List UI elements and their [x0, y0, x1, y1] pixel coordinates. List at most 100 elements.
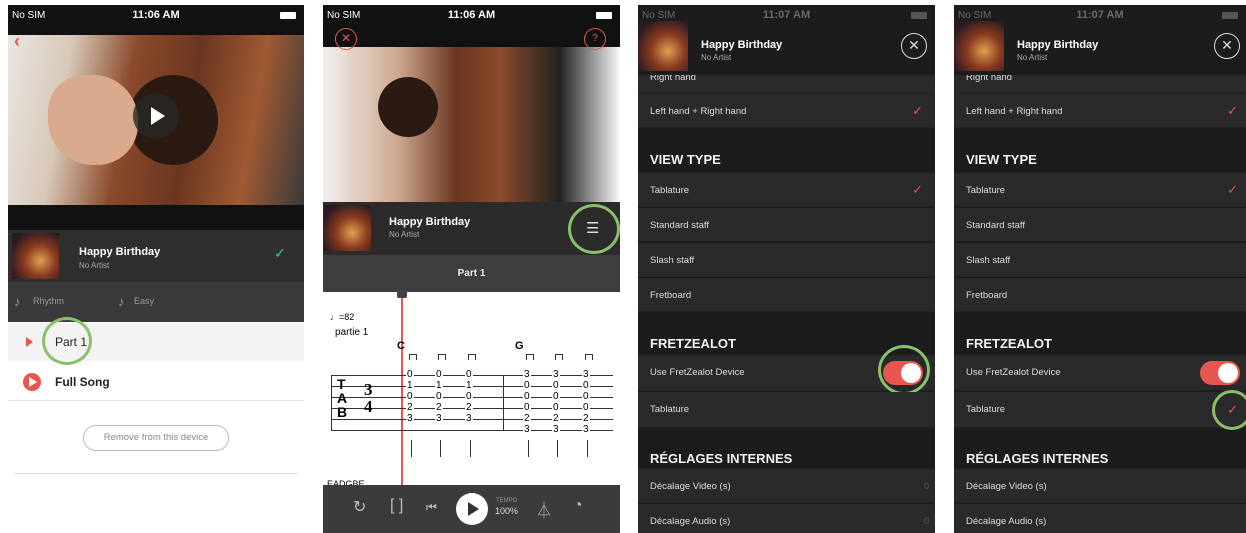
- beat-stem: [555, 354, 563, 360]
- close-button[interactable]: ✕: [901, 33, 927, 59]
- song-artist: No Artist: [79, 261, 110, 270]
- fret-number: 3: [435, 413, 443, 424]
- fret-number: 0: [552, 380, 560, 391]
- screen-player: No SIM 11:06 AM ✕ ? Happy Birthday No Ar…: [323, 5, 620, 533]
- list-item-full-song[interactable]: Full Song: [8, 363, 304, 401]
- close-button[interactable]: ✕: [335, 28, 357, 50]
- battery-icon: [911, 12, 927, 19]
- option-label: Slash staff: [650, 255, 695, 266]
- metronome-icon[interactable]: ⏃: [536, 497, 552, 521]
- tab-clef-a: A: [337, 390, 348, 406]
- clock: 11:07 AM: [1076, 9, 1124, 21]
- song-meta-bar: ♪ Rhythm ♪ Easy: [8, 282, 304, 322]
- fret-number: 3: [406, 413, 414, 424]
- highlight-ring: [568, 204, 620, 254]
- fret-number: 1: [465, 380, 473, 391]
- option-left-right-hand[interactable]: Left hand + Right hand ✓: [954, 94, 1246, 128]
- option-label: Standard staff: [650, 220, 709, 231]
- battery-icon: [1222, 12, 1238, 19]
- option-tablature[interactable]: Tablature ✓: [638, 173, 935, 207]
- section-view-type: VIEW TYPE: [966, 152, 1037, 167]
- beat-line: [528, 440, 529, 457]
- option-label: Tablature: [650, 404, 690, 415]
- countdown-timer-icon[interactable]: ◔: [573, 497, 583, 515]
- option-audio-offset[interactable]: Décalage Audio (s) 0: [638, 504, 935, 533]
- close-icon: ✕: [340, 31, 352, 45]
- status-bar: No SIM 11:07 AM: [638, 5, 935, 27]
- clock: 11:07 AM: [762, 9, 811, 21]
- close-button[interactable]: ✕: [1214, 33, 1240, 59]
- option-label: Tablature: [966, 404, 1006, 415]
- option-label: Décalage Audio (s): [650, 516, 731, 527]
- option-slash-staff[interactable]: Slash staff: [638, 243, 935, 277]
- play-button[interactable]: [456, 493, 488, 525]
- close-icon: ✕: [908, 37, 920, 53]
- album-cover: [12, 233, 59, 279]
- option-video-offset[interactable]: Décalage Video (s) 0: [638, 469, 935, 503]
- play-icon[interactable]: [133, 93, 179, 139]
- downloaded-check-icon: ✓: [274, 245, 286, 261]
- option-slash-staff[interactable]: Slash staff: [954, 243, 1246, 277]
- option-tablature[interactable]: Tablature ✓: [954, 173, 1246, 207]
- check-icon: ✓: [912, 103, 923, 118]
- section-fretzealot: FRETZEALOT: [966, 336, 1052, 351]
- option-audio-offset[interactable]: Décalage Audio (s): [954, 504, 1246, 533]
- option-fz-tablature[interactable]: Tablature: [638, 392, 935, 428]
- fret-number: 0: [465, 391, 473, 402]
- option-label: Left hand + Right hand: [650, 106, 747, 117]
- tempo-value[interactable]: 100%: [495, 506, 518, 516]
- fret-number: 1: [435, 380, 443, 391]
- highlight-ring: [42, 317, 92, 365]
- option-fz-tablature[interactable]: Tablature ✓: [954, 392, 1246, 428]
- status-bar: No SIM 11:06 AM: [323, 5, 620, 27]
- selection-bracket-icon[interactable]: [ ]: [390, 497, 403, 515]
- fret-number: 3: [523, 424, 531, 435]
- rewind-icon[interactable]: ⏮: [426, 500, 437, 515]
- tablature-view[interactable]: ♩=82 partie 1 C G TAB 34 010230102301023…: [323, 290, 620, 492]
- string-line: [331, 430, 613, 431]
- song-title: Happy Birthday: [389, 216, 471, 228]
- option-label: Tablature: [650, 185, 690, 196]
- fret-number: 0: [582, 402, 590, 413]
- fret-number: 3: [552, 424, 560, 435]
- option-standard-staff[interactable]: Standard staff: [638, 208, 935, 242]
- fret-number: 2: [523, 413, 531, 424]
- chevron-left-icon: ‹: [14, 31, 20, 51]
- close-icon: ✕: [1221, 37, 1233, 53]
- option-label: Standard staff: [966, 220, 1025, 231]
- option-fretboard[interactable]: Fretboard: [638, 278, 935, 312]
- video-player[interactable]: [8, 5, 304, 233]
- time-signature: 34: [364, 380, 373, 416]
- option-label: Fretboard: [650, 290, 692, 301]
- option-video-offset[interactable]: Décalage Video (s): [954, 469, 1246, 503]
- option-label: Décalage Video (s): [966, 481, 1047, 492]
- fretzealot-toggle[interactable]: [1200, 361, 1240, 385]
- section-label: partie 1: [335, 327, 369, 338]
- help-button[interactable]: ?: [584, 28, 606, 50]
- option-label: Left hand + Right hand: [966, 106, 1063, 117]
- loop-icon[interactable]: ↻: [353, 497, 366, 517]
- remove-from-device-button[interactable]: Remove from this device: [83, 425, 229, 451]
- fret-number: 2: [406, 402, 414, 413]
- back-button[interactable]: ‹: [14, 31, 20, 52]
- tempo-marking: ♩=82: [330, 312, 355, 322]
- playhead-handle[interactable]: [397, 290, 407, 298]
- option-fretboard[interactable]: Fretboard: [954, 278, 1246, 312]
- full-song-label: Full Song: [55, 375, 110, 389]
- option-standard-staff[interactable]: Standard staff: [954, 208, 1246, 242]
- check-icon: ✓: [1227, 182, 1238, 197]
- tempo-label: TEMPO: [496, 498, 518, 504]
- fret-number: 0: [552, 391, 560, 402]
- fret-number: 2: [465, 402, 473, 413]
- clock: 11:06 AM: [132, 9, 180, 21]
- highlight-ring: [1212, 390, 1246, 430]
- status-bar: No SIM 11:07 AM: [954, 5, 1246, 27]
- beat-line: [587, 440, 588, 457]
- album-cover: [324, 205, 371, 251]
- fret-number: 0: [435, 391, 443, 402]
- fret-number: 2: [435, 402, 443, 413]
- section-internal: RÉGLAGES INTERNES: [650, 451, 793, 466]
- option-left-right-hand[interactable]: Left hand + Right hand ✓: [638, 94, 935, 128]
- beat-line: [440, 440, 441, 457]
- fret-number: 3: [582, 424, 590, 435]
